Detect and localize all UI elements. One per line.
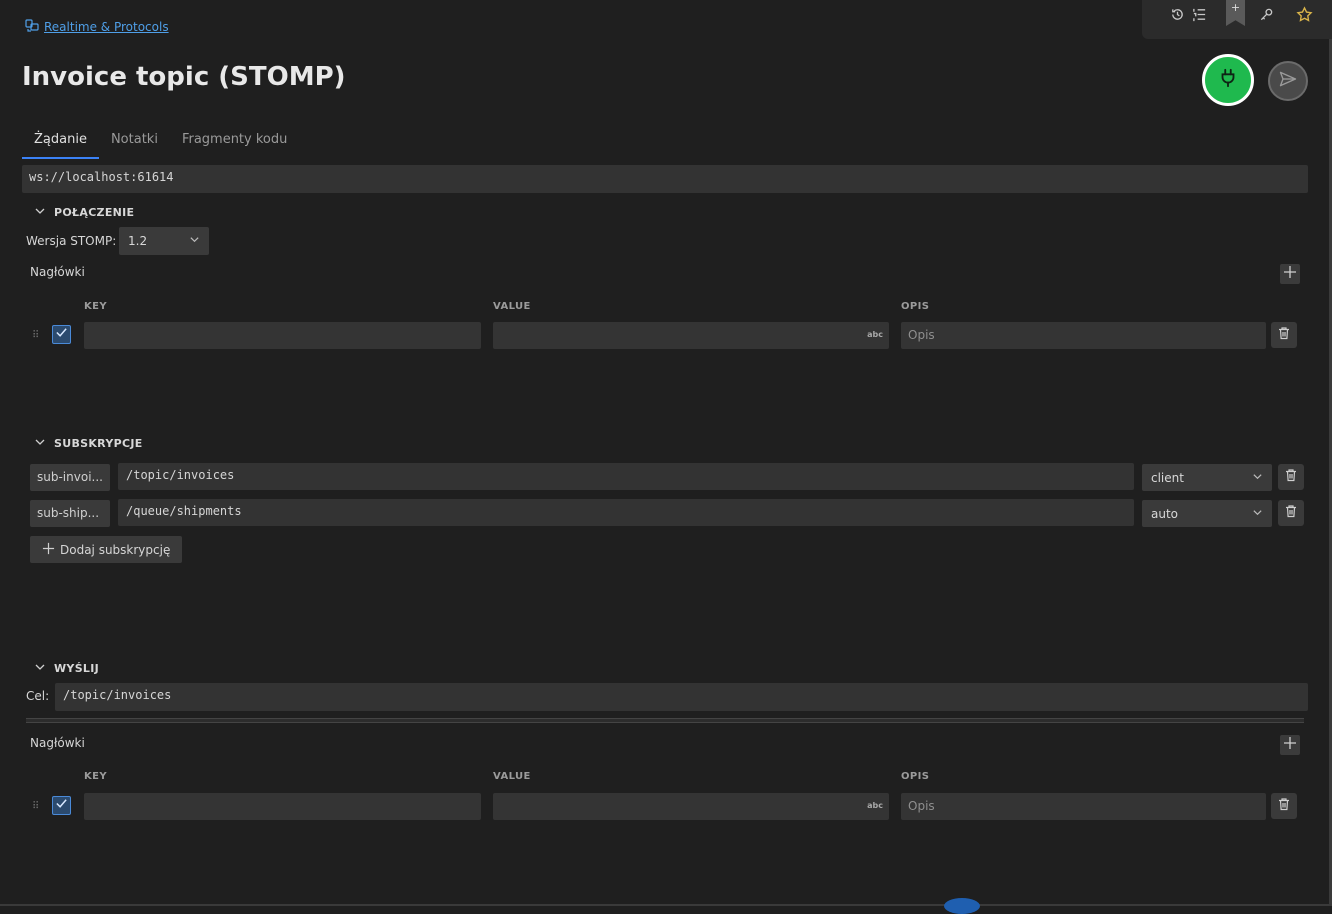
subscription-ack-select[interactable]: auto [1142,500,1272,527]
column-key: KEY [84,301,108,312]
send-target-input[interactable]: /topic/invoices [55,683,1308,711]
plus-icon [1283,265,1297,283]
delete-subscription-button[interactable] [1278,464,1304,490]
delete-send-header-button[interactable] [1271,793,1297,819]
subscription-ack-value: auto [1151,506,1179,521]
header-description-input[interactable]: Opis [901,322,1266,349]
stomp-version-select[interactable]: 1.2 [119,227,209,255]
add-subscription-label: Dodaj subskrypcję [60,542,171,557]
scroll-indicator[interactable] [944,898,980,914]
plus-icon [1283,736,1297,754]
chevron-down-icon [34,661,46,676]
trash-icon [1284,504,1298,522]
request-tabs: Żądanie Notatki Fragmenty kodu [22,128,299,159]
chevron-down-icon [1252,471,1263,485]
send-section-header[interactable]: WYŚLIJ [34,661,99,676]
subscriptions-section-header[interactable]: SUBSKRYPCJE [34,436,143,451]
delete-subscription-button[interactable] [1278,500,1304,526]
connection-headers-label: Nagłówki [30,265,85,279]
subscriptions-title: SUBSKRYPCJE [54,437,143,450]
bookmark-icon[interactable]: + [1226,0,1245,26]
send-header-description-input[interactable]: Opis [901,793,1266,820]
send-header-key-input[interactable] [84,793,481,820]
tab-request[interactable]: Żądanie [22,128,99,159]
send-header-value-input[interactable]: abc [493,793,889,820]
plus-icon [42,542,55,558]
subscription-id-field[interactable]: sub-invoi... [30,464,110,491]
header-value-input[interactable]: abc [493,322,889,349]
drag-handle-icon[interactable]: ⠿ [32,801,39,812]
subscription-destination-input[interactable]: /queue/shipments [118,499,1134,526]
value-type-badge: abc [867,801,883,810]
send-icon [1278,69,1298,93]
delete-header-button[interactable] [1271,322,1297,348]
check-icon [55,326,68,343]
column-key: KEY [84,771,108,782]
column-description: OPIS [901,771,930,782]
key-icon[interactable] [1256,4,1276,24]
plug-icon [1217,67,1239,93]
connect-button[interactable] [1202,54,1254,106]
chevron-down-icon [34,205,46,220]
drag-handle-icon[interactable]: ⠿ [32,330,39,341]
check-icon [55,797,68,814]
page-title: Invoice topic (STOMP) [22,62,346,92]
add-send-header-button[interactable] [1280,735,1300,755]
trash-icon [1277,326,1291,344]
chevron-down-icon [189,234,200,248]
header-key-input[interactable] [84,322,481,349]
send-target-label: Cel: [26,689,50,703]
bookmark-plus: + [1230,1,1241,14]
star-icon[interactable] [1294,4,1314,24]
stomp-version-value: 1.2 [128,234,148,248]
breadcrumb-label: Realtime & Protocols [44,19,169,34]
protocols-icon [24,17,40,36]
column-description: OPIS [901,301,930,312]
tab-notes[interactable]: Notatki [99,128,170,159]
breadcrumb[interactable]: Realtime & Protocols [24,17,169,36]
request-toolbar: + [1142,0,1332,39]
add-header-button[interactable] [1280,264,1300,284]
send-header-enabled-checkbox[interactable] [52,796,71,815]
chevron-down-icon [34,436,46,451]
trash-icon [1277,797,1291,815]
add-subscription-button[interactable]: Dodaj subskrypcję [30,536,183,563]
tab-code-snippets[interactable]: Fragmenty kodu [170,128,299,159]
url-input[interactable]: ws://localhost:61614 [22,165,1308,193]
body-editor-collapsed[interactable] [26,718,1304,723]
send-title: WYŚLIJ [54,662,100,675]
column-value: VALUE [493,771,531,782]
value-type-badge: abc [867,330,883,339]
connection-section-header[interactable]: POŁĄCZENIE [34,205,134,220]
connection-title: POŁĄCZENIE [54,206,135,219]
send-headers-label: Nagłówki [30,736,85,750]
header-enabled-checkbox[interactable] [52,325,71,344]
send-button[interactable] [1268,61,1308,101]
column-value: VALUE [493,301,531,312]
history-icon[interactable] [1167,4,1187,24]
subscription-ack-select[interactable]: client [1142,464,1272,491]
subscription-ack-value: client [1151,470,1184,485]
stomp-version-label: Wersja STOMP: [26,234,117,248]
chevron-down-icon [1252,507,1263,521]
subscription-id-field[interactable]: sub-ship... [30,500,110,527]
trash-icon [1284,468,1298,486]
subscription-destination-input[interactable]: /topic/invoices [118,463,1134,490]
list-icon[interactable] [1189,4,1209,24]
